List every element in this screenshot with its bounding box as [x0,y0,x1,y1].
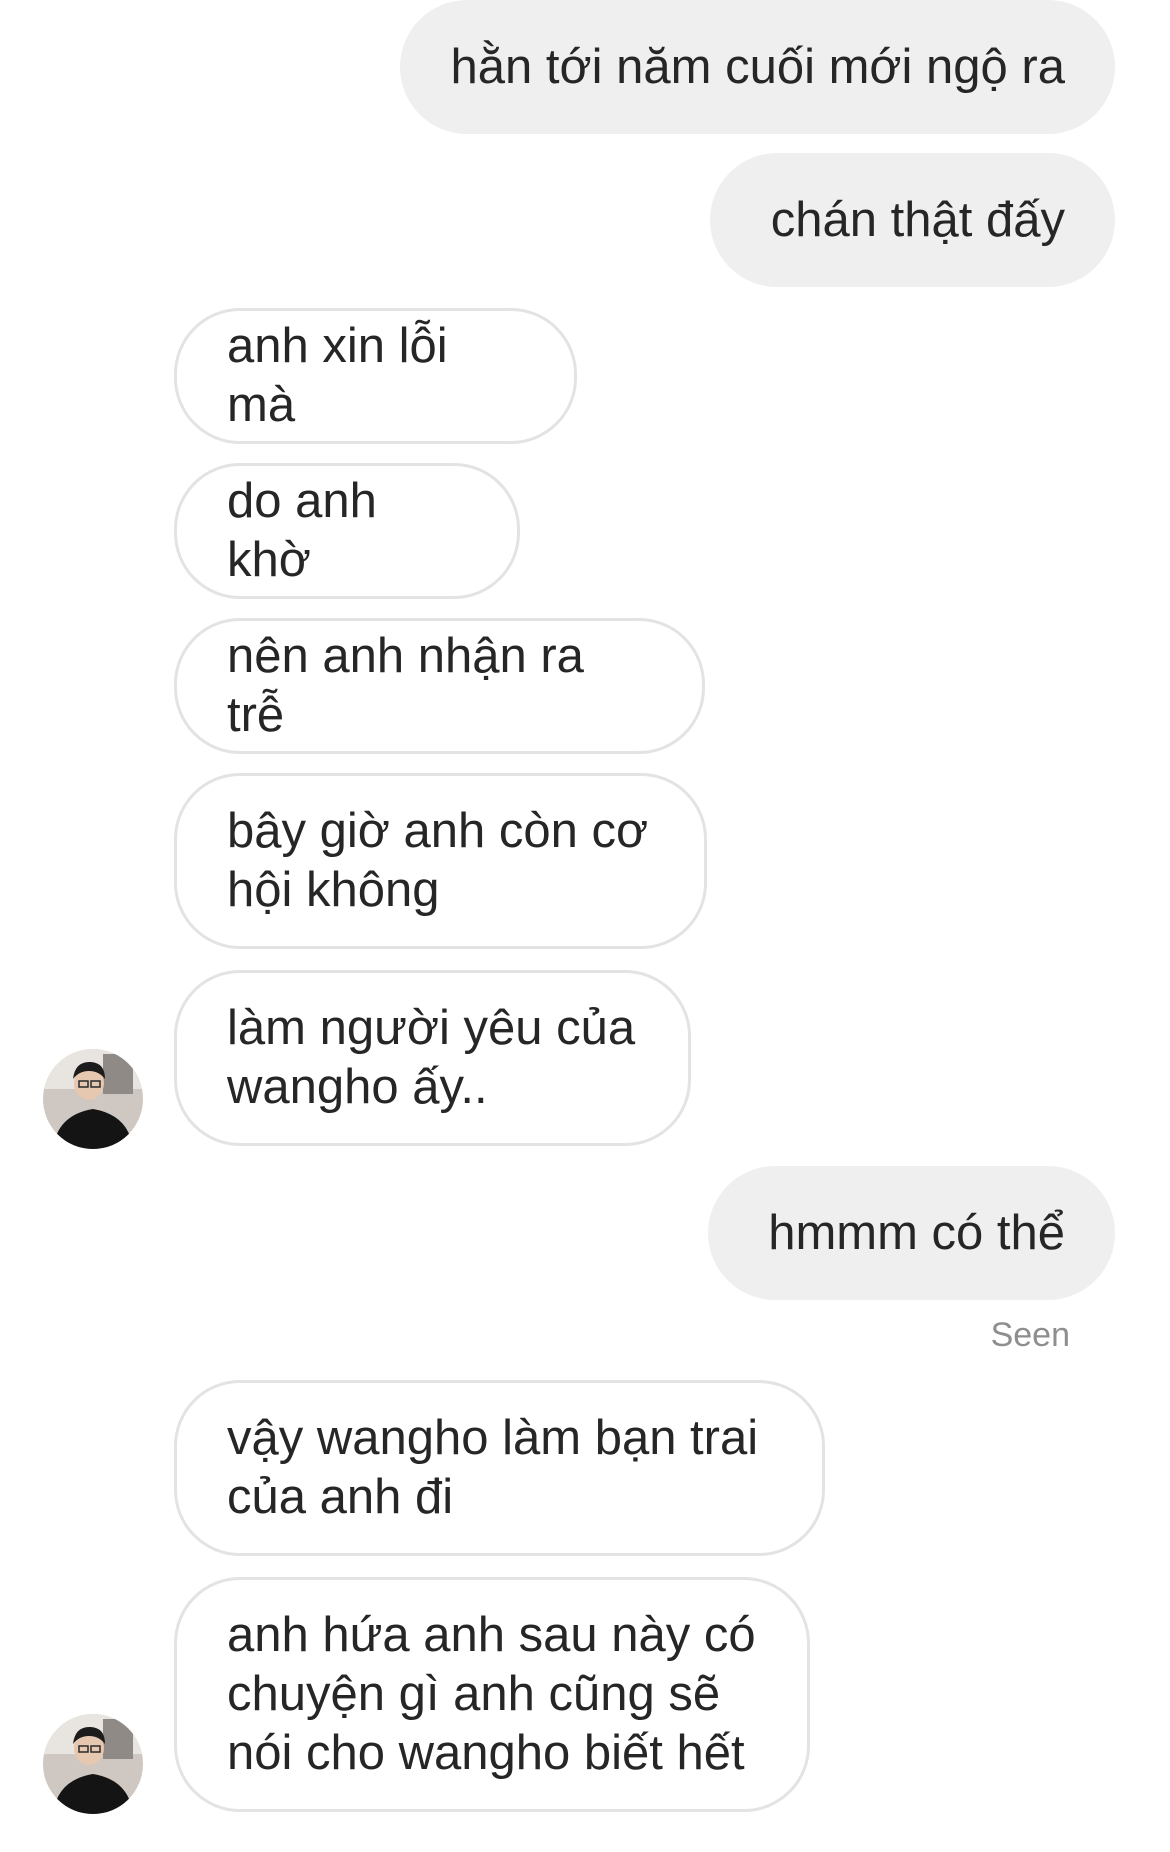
incoming-message[interactable]: nên anh nhận ra trễ [174,618,705,754]
message-text: bây giờ anh còn cơ hội không [227,804,649,917]
message-text: làm người yêu của wangho ấy.. [227,1001,636,1114]
message-text: hằn tới năm cuối mới ngộ ra [450,39,1065,94]
seen-status: Seen [990,1316,1070,1354]
message-text: nên anh nhận ra trễ [227,629,584,742]
message-text: anh xin lỗi mà [227,319,448,432]
outgoing-message[interactable]: hằn tới năm cuối mới ngộ ra [400,0,1115,134]
contact-avatar-icon[interactable] [43,1714,143,1814]
message-text: chán thật đấy [770,192,1065,247]
incoming-message[interactable]: vậy wangho làm bạn trai của anh đi [174,1380,825,1556]
incoming-message[interactable]: làm người yêu của wangho ấy.. [174,970,691,1146]
incoming-message[interactable]: anh hứa anh sau này có chuyện gì anh cũn… [174,1577,810,1812]
contact-avatar-icon[interactable] [43,1049,143,1149]
message-text: anh hứa anh sau này có chuyện gì anh cũn… [227,1608,756,1780]
incoming-message[interactable]: bây giờ anh còn cơ hội không [174,773,707,949]
incoming-message[interactable]: do anh khờ [174,463,520,599]
outgoing-message[interactable]: chán thật đấy [710,153,1115,287]
incoming-message[interactable]: anh xin lỗi mà [174,308,577,444]
outgoing-message[interactable]: hmmm có thể [708,1166,1115,1300]
message-text: do anh khờ [227,474,377,587]
message-text: vậy wangho làm bạn trai của anh đi [227,1411,759,1524]
message-text: hmmm có thể [768,1205,1065,1260]
